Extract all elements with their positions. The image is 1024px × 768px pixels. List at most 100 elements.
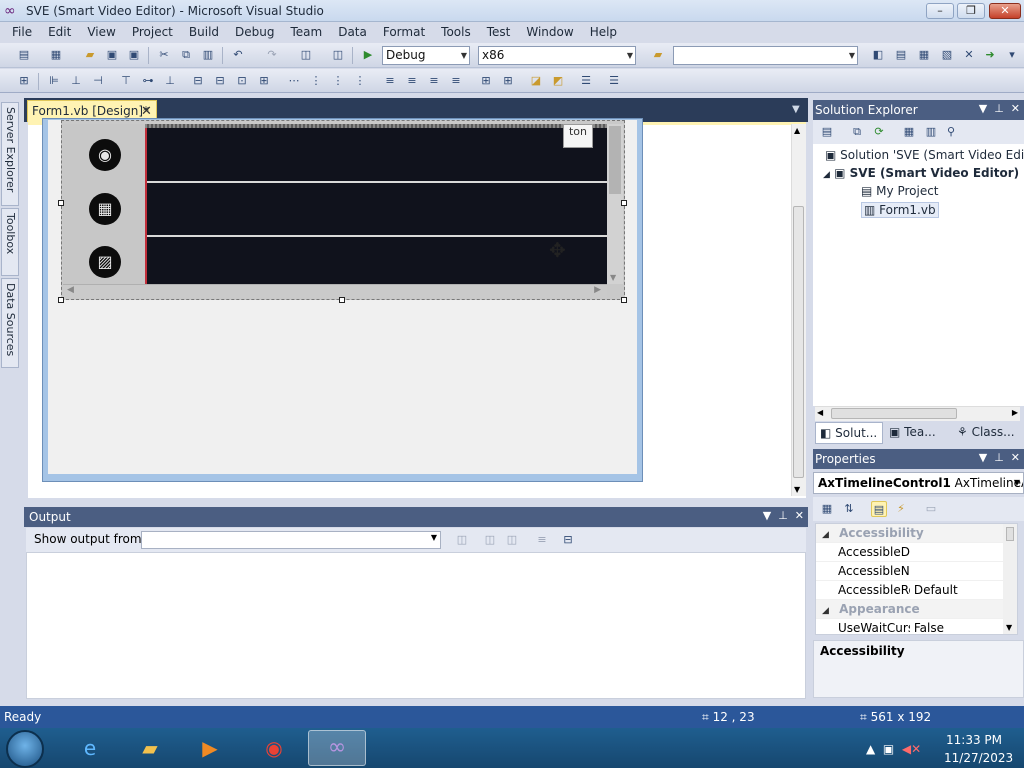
clear-all-icon[interactable]: ≡: [534, 532, 550, 548]
categorized-icon[interactable]: ▦: [819, 501, 835, 517]
film-icon[interactable]: ▦: [89, 193, 121, 225]
tab-class-view[interactable]: ⚘ Class...: [953, 422, 1023, 444]
active-files-dropdown-icon[interactable]: ▼: [792, 104, 800, 115]
scroll-thumb[interactable]: [831, 408, 957, 419]
tab-order-icon[interactable]: ☰: [578, 73, 594, 89]
close-tab-icon[interactable]: ✕: [141, 104, 152, 119]
view-designer-icon[interactable]: ▥: [923, 124, 939, 140]
timeline-button[interactable]: ton: [563, 124, 593, 148]
find-message-icon[interactable]: ◫: [454, 532, 470, 548]
object-browser-icon[interactable]: ▦: [916, 47, 932, 63]
server-explorer-tab[interactable]: Server Explorer: [1, 102, 19, 206]
menu-tools[interactable]: Tools: [433, 25, 479, 39]
make-same-height-icon[interactable]: ⊟: [212, 73, 228, 89]
previous-message-icon[interactable]: ◫: [482, 532, 498, 548]
data-sources-tab[interactable]: Data Sources: [1, 278, 19, 368]
resize-handle-right[interactable]: [621, 200, 627, 206]
find-in-files-icon[interactable]: ▰: [650, 47, 666, 63]
property-row[interactable]: AccessibleNar: [816, 562, 1003, 581]
property-category-appearance[interactable]: ◢ Appearance: [816, 600, 1003, 619]
toggle-word-wrap-icon[interactable]: ⊟: [560, 532, 576, 548]
property-row[interactable]: AccessibleDes: [816, 543, 1003, 562]
menu-view[interactable]: View: [79, 25, 123, 39]
scroll-down-icon[interactable]: ▼: [610, 273, 616, 282]
align-bottoms-icon[interactable]: ⊥: [162, 73, 178, 89]
minimize-button[interactable]: –: [926, 3, 954, 19]
refresh-icon[interactable]: ⟳: [871, 124, 887, 140]
send-to-back-icon[interactable]: ◩: [550, 73, 566, 89]
pin-icon[interactable]: ⊥: [994, 451, 1004, 464]
network-icon[interactable]: ▣: [883, 742, 894, 756]
tree-solution-node[interactable]: ▣ Solution 'SVE (Smart Video Editor): [825, 148, 1024, 162]
close-icon[interactable]: ✕: [795, 509, 804, 522]
restore-button[interactable]: ❐: [957, 3, 985, 19]
menu-team[interactable]: Team: [282, 25, 330, 39]
tab-solution-explorer[interactable]: ◧ Solut...: [815, 422, 883, 444]
close-icon[interactable]: ✕: [1011, 451, 1020, 464]
scroll-down-icon[interactable]: ▼: [1006, 623, 1012, 632]
resize-handle-bottom-left[interactable]: [58, 297, 64, 303]
add-item-icon[interactable]: ▦: [48, 47, 64, 63]
window-position-icon[interactable]: ▼: [979, 102, 987, 115]
cut-icon[interactable]: ✂: [156, 47, 172, 63]
tab-team-explorer[interactable]: ▣ Tea...: [885, 422, 951, 444]
pin-icon[interactable]: ⊥: [778, 509, 788, 522]
toolbox-icon[interactable]: ▧: [939, 47, 955, 63]
remove-horizontal-spacing-icon[interactable]: ⋮: [352, 73, 368, 89]
scroll-up-icon[interactable]: ▲: [794, 126, 800, 135]
menu-debug[interactable]: Debug: [227, 25, 282, 39]
timeline-tracks-area[interactable]: [145, 124, 607, 284]
window-position-icon[interactable]: ▼: [979, 451, 987, 464]
properties-object-selector[interactable]: AxTimelineControl1 AxTimelineA ▼: [813, 472, 1024, 494]
property-category-accessibility[interactable]: ◢ Accessibility: [816, 524, 1003, 543]
close-button[interactable]: ✕: [989, 3, 1021, 19]
visual-studio-taskbar-button[interactable]: ∞: [308, 730, 366, 766]
scroll-down-icon[interactable]: ▼: [794, 485, 800, 494]
toolbox-tab[interactable]: Toolbox: [1, 208, 19, 276]
start-debugging-icon[interactable]: ▶: [360, 47, 376, 63]
make-same-width-icon[interactable]: ⊟: [190, 73, 206, 89]
menu-data[interactable]: Data: [330, 25, 375, 39]
horizontal-spacing-equal-icon[interactable]: ⋯: [286, 73, 302, 89]
scroll-thumb[interactable]: [1006, 527, 1014, 541]
start-button[interactable]: [6, 730, 44, 768]
remove-vertical-spacing-icon[interactable]: ≡: [448, 73, 464, 89]
tree-my-project-node[interactable]: ▤ My Project: [861, 184, 939, 198]
property-grid-scrollbar[interactable]: ▼: [1003, 524, 1017, 634]
redo-icon[interactable]: ↷: [264, 47, 280, 63]
make-same-size-icon[interactable]: ⊞: [256, 73, 272, 89]
lock-controls-icon[interactable]: ☰: [606, 73, 622, 89]
properties-icon[interactable]: ▤: [819, 124, 835, 140]
solution-explorer-horizontal-scrollbar[interactable]: ◀ ▶: [815, 406, 1020, 421]
scroll-right-icon[interactable]: ▶: [1012, 408, 1018, 417]
show-output-from-dropdown[interactable]: ▼: [141, 531, 441, 549]
increase-horizontal-spacing-icon[interactable]: ⋮: [308, 73, 324, 89]
size-to-grid-icon[interactable]: ⊡: [234, 73, 250, 89]
next-message-icon[interactable]: ◫: [504, 532, 520, 548]
view-code-icon[interactable]: ▦: [901, 124, 917, 140]
internet-explorer-icon[interactable]: e: [64, 730, 116, 766]
file-explorer-icon[interactable]: ▰: [124, 730, 176, 766]
resize-handle-left[interactable]: [58, 200, 64, 206]
paste-icon[interactable]: ▥: [200, 47, 216, 63]
globe-icon[interactable]: ◉: [89, 139, 121, 171]
align-centers-icon[interactable]: ⊥: [68, 73, 84, 89]
clock-date[interactable]: 11/27/2023: [944, 751, 1013, 765]
menu-build[interactable]: Build: [181, 25, 227, 39]
align-lefts-icon[interactable]: ⊫: [46, 73, 62, 89]
menu-test[interactable]: Test: [479, 25, 519, 39]
center-vertically-icon[interactable]: ⊞: [500, 73, 516, 89]
menu-help[interactable]: Help: [582, 25, 625, 39]
resize-handle-bottom[interactable]: [339, 297, 345, 303]
start-page-icon[interactable]: ➜: [982, 47, 998, 63]
collapse-arrow-icon[interactable]: ◢: [823, 170, 830, 180]
navigate-backward-icon[interactable]: ◫: [298, 47, 314, 63]
increase-vertical-spacing-icon[interactable]: ≡: [404, 73, 420, 89]
show-all-files-icon[interactable]: ⧉: [849, 124, 865, 140]
undo-icon[interactable]: ↶: [230, 47, 246, 63]
volume-muted-icon[interactable]: ◀✕: [902, 742, 921, 756]
show-hidden-icons-icon[interactable]: ▲: [866, 742, 875, 756]
save-all-icon[interactable]: ▣: [126, 47, 142, 63]
scroll-left-icon[interactable]: ◀: [67, 285, 74, 295]
platform-dropdown[interactable]: x86 ▼: [478, 46, 636, 65]
